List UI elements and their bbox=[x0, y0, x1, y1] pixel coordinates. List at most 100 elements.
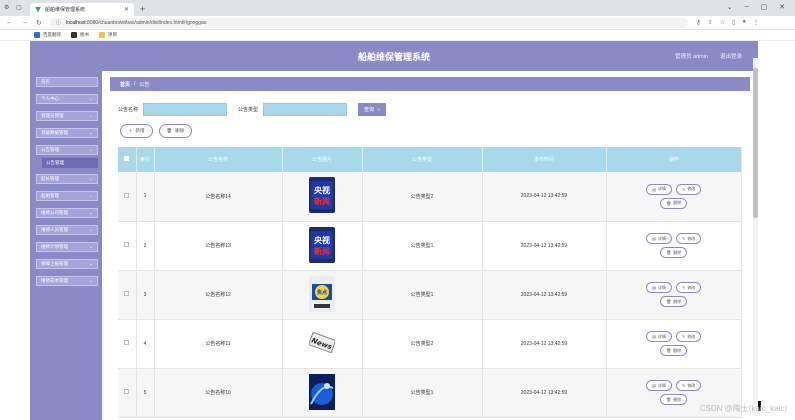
sidebar-subitem-active[interactable]: 公告管理 bbox=[42, 158, 98, 168]
row-index: 2 bbox=[136, 221, 155, 271]
detail-icon: ▤ bbox=[652, 334, 656, 339]
detail-icon: ▤ bbox=[652, 236, 656, 241]
sidebar-item-label: 首页 bbox=[41, 79, 50, 84]
row-select-cell bbox=[118, 270, 137, 320]
chevron-down-icon: ⌄ bbox=[88, 147, 93, 153]
table-row[interactable]: 5 公告名称10 公告类型1 2023-04-12 13:42:59 ▤ 详情 ✎ 修改 🗑 删除 bbox=[118, 368, 742, 418]
toolbar-icons: ⚷ ⇪ ☆ ▯ ● ⋮ bbox=[696, 19, 759, 26]
key-icon[interactable]: ⚷ bbox=[696, 19, 700, 26]
sidebar-item[interactable]: 个人中心 ⌄ bbox=[36, 94, 98, 104]
delete-button[interactable]: 🗑 删除 bbox=[660, 247, 688, 258]
detail-button[interactable]: ▤ 详情 bbox=[646, 331, 672, 342]
chevron-down-icon: ⌄ bbox=[88, 96, 93, 102]
watermark: CSDN @陶士(kaic_kaic) bbox=[699, 404, 787, 413]
star-icon[interactable]: ☆ bbox=[720, 19, 725, 26]
bookmark-label: 百度翻译 bbox=[43, 32, 61, 37]
sidebar-item[interactable]: 船舶管理 ⌄ bbox=[36, 191, 98, 201]
sidepanel-icon[interactable]: ▯ bbox=[732, 19, 735, 26]
sidebar-item[interactable]: 首页 bbox=[36, 77, 98, 87]
detail-button[interactable]: ▤ 详情 bbox=[646, 282, 672, 293]
sidebar-item[interactable]: 保障上报管理 ⌄ bbox=[36, 259, 98, 269]
chevron-down-icon: ⌄ bbox=[88, 244, 93, 250]
select-all-checkbox[interactable] bbox=[124, 156, 130, 161]
sidebar: 首页 个人中心 ⌄ 管理员管理 ⌄ 基础数据管理 ⌄ 公告管理 ⌄ 公告管理 船长管理 ⌄ 船舶管理 ⌄ 维… bbox=[30, 71, 102, 420]
edit-button[interactable]: ✎ 修改 bbox=[675, 331, 702, 342]
row-index: 4 bbox=[136, 319, 155, 369]
share-icon[interactable]: ⇪ bbox=[708, 19, 713, 26]
detail-button[interactable]: ▤ 详情 bbox=[646, 183, 672, 195]
back-icon[interactable]: ← bbox=[6, 19, 13, 26]
edit-button[interactable]: ✎ 修改 bbox=[675, 282, 702, 293]
svg-text:新闻: 新闻 bbox=[314, 196, 330, 206]
bookmark-item[interactable]: 图书 bbox=[71, 32, 89, 38]
delete-button[interactable]: 🗑 删除 bbox=[660, 296, 688, 307]
bookmark-item[interactable]: 项目 bbox=[99, 32, 117, 38]
tab-search-icon[interactable]: ▢ bbox=[16, 4, 24, 12]
window-controls: ⌄ – ▢ ✕ bbox=[727, 3, 785, 11]
sidebar-item[interactable]: 管理员管理 ⌄ bbox=[36, 111, 98, 121]
url-field[interactable]: ⓘ localhost:8080/chuanboweibao/admin/dis… bbox=[49, 17, 689, 28]
row-checkbox[interactable] bbox=[124, 389, 130, 394]
edit-button[interactable]: ✎ 修改 bbox=[675, 233, 702, 244]
row-time: 2023-04-12 13:42:59 bbox=[482, 319, 607, 369]
row-name: 公告名称14 bbox=[154, 172, 283, 222]
select-all-header bbox=[118, 147, 137, 172]
browser-tab[interactable]: 船舶维保管理系统 ✕ bbox=[30, 3, 134, 16]
sidebar-item[interactable]: 船长管理 ⌄ bbox=[36, 174, 98, 184]
sidebar-item[interactable]: 维修成本管理 ⌄ bbox=[36, 276, 98, 286]
table-row[interactable]: 2 公告名称13 央视 新闻 公告类型1 2023-04-12 13:42:59 ▤ 详情 ✎ 修… bbox=[118, 221, 742, 271]
browser-menu-icon[interactable]: ⚙ bbox=[4, 4, 12, 12]
new-tab-icon[interactable]: + bbox=[140, 4, 145, 14]
chevron-down-icon[interactable]: ⌄ bbox=[727, 3, 733, 11]
minimize-icon[interactable]: – bbox=[745, 3, 749, 11]
row-time: 2023-04-12 13:42:59 bbox=[482, 221, 607, 271]
delete-button[interactable]: 🗑 删除 bbox=[660, 394, 688, 405]
row-image bbox=[282, 368, 363, 418]
chevron-down-icon: ⌄ bbox=[88, 113, 93, 119]
row-time: 2023-04-12 13:42:59 bbox=[482, 270, 607, 320]
edit-button[interactable]: ✎ 修改 bbox=[675, 183, 702, 195]
delete-button[interactable]: 🗑 删除 bbox=[660, 197, 688, 209]
breadcrumb-home[interactable]: 首页 bbox=[120, 81, 130, 88]
forward-icon[interactable]: → bbox=[21, 19, 28, 26]
svg-text:央视: 央视 bbox=[314, 185, 330, 195]
sidebar-item[interactable]: 维修公司管理 ⌄ bbox=[36, 208, 98, 218]
name-search-input[interactable] bbox=[143, 103, 228, 116]
add-button[interactable]: ＋ 新增 bbox=[120, 124, 153, 138]
scrollbar-thumb[interactable] bbox=[753, 68, 758, 218]
chevron-down-icon: ⌄ bbox=[88, 176, 93, 182]
maximize-icon[interactable]: ▢ bbox=[761, 3, 768, 11]
page-scrollbar[interactable] bbox=[753, 58, 758, 400]
row-checkbox[interactable] bbox=[124, 291, 130, 296]
table-row[interactable]: 3 公告名称12 焦点 公告类型1 2023-04-12 13:42:59 ▤ 详情 ✎ 修改 🗑… bbox=[118, 270, 742, 320]
sidebar-item[interactable]: 维修计划管理 ⌄ bbox=[36, 242, 98, 252]
delete-button[interactable]: 🗑 删除 bbox=[660, 345, 688, 356]
edit-label: 修改 bbox=[687, 284, 696, 290]
sidebar-item[interactable]: 公告管理 ⌄ bbox=[36, 145, 98, 155]
info-icon: ⓘ bbox=[55, 20, 61, 26]
sidebar-item-label: 维修计划管理 bbox=[41, 244, 68, 249]
sidebar-item[interactable]: 基础数据管理 ⌄ bbox=[36, 128, 98, 138]
row-checkbox[interactable] bbox=[124, 242, 130, 247]
type-search-input[interactable] bbox=[263, 103, 348, 116]
edit-button[interactable]: ✎ 修改 bbox=[675, 380, 702, 391]
tab-close-icon[interactable]: ✕ bbox=[124, 6, 129, 13]
row-checkbox[interactable] bbox=[124, 192, 130, 198]
row-checkbox[interactable] bbox=[124, 340, 130, 345]
close-window-icon[interactable]: ✕ bbox=[779, 3, 785, 11]
detail-icon: ▤ bbox=[652, 383, 656, 388]
table-row[interactable]: 1 公告名称14 央视 新闻 公告类型2 2023-04-12 13:42:59 ▤ 详情 ✎ 修… bbox=[118, 172, 742, 222]
logout-link[interactable]: 退出登录 bbox=[720, 52, 742, 60]
batch-delete-button[interactable]: 🗑 删除 bbox=[158, 124, 193, 138]
detail-button[interactable]: ▤ 详情 bbox=[646, 233, 672, 244]
bookmark-item[interactable]: 百度翻译 bbox=[34, 32, 61, 38]
reload-icon[interactable]: ↻ bbox=[36, 19, 42, 27]
kebab-menu-icon[interactable]: ⋮ bbox=[753, 19, 759, 26]
row-type: 公告类型1 bbox=[362, 368, 483, 418]
sidebar-item[interactable]: 维修人员管理 ⌄ bbox=[36, 225, 98, 235]
table-row[interactable]: 4 公告名称11 News 公告类型2 2023-04-12 13:42:59 ▤ 详情 ✎ 修… bbox=[118, 319, 742, 369]
sidebar-item-label: 个人中心 bbox=[41, 96, 59, 101]
search-button[interactable]: 查询 ○ bbox=[358, 103, 387, 116]
detail-button[interactable]: ▤ 详情 bbox=[646, 380, 672, 391]
profile-icon[interactable]: ● bbox=[742, 19, 746, 26]
